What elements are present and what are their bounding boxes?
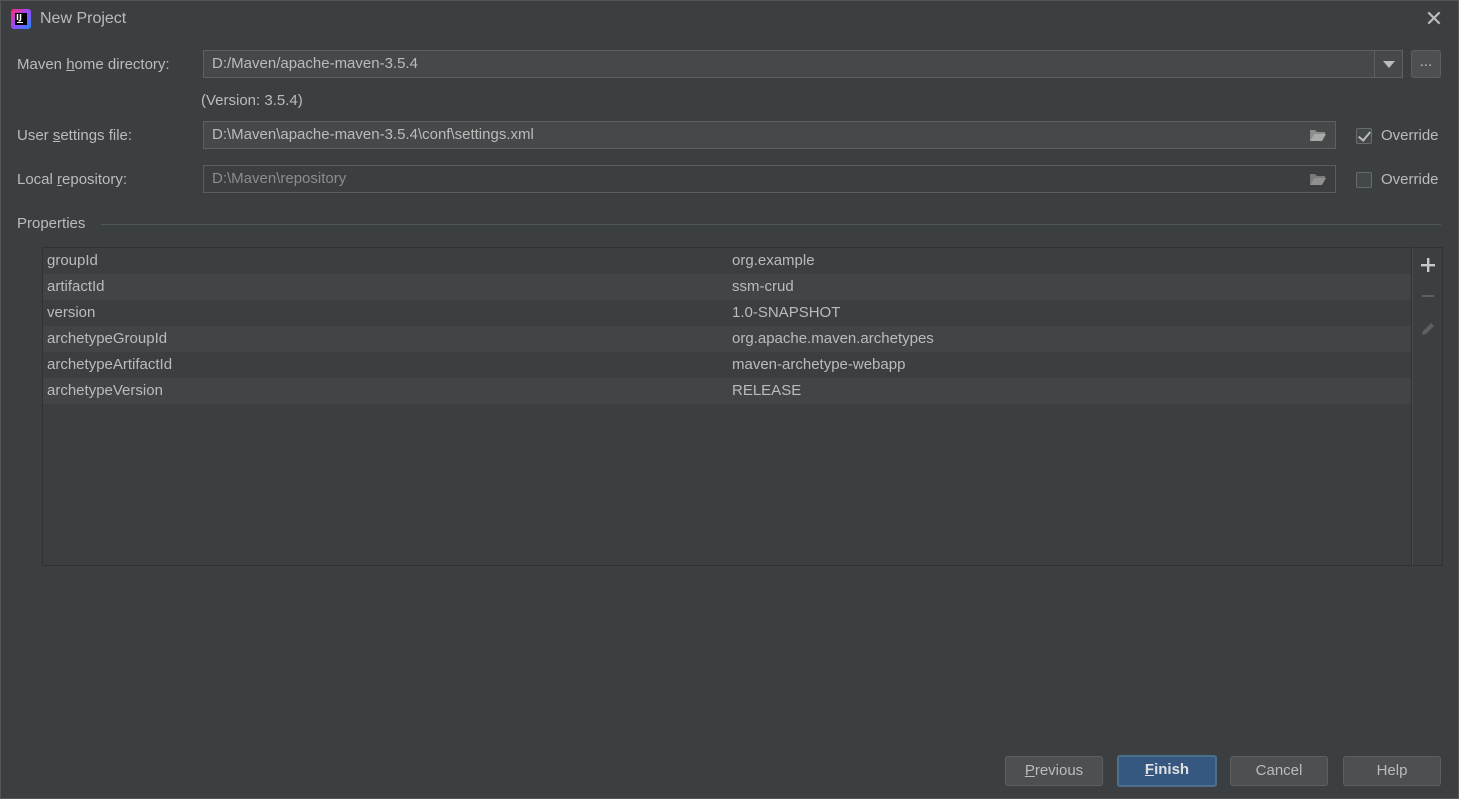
table-row[interactable]: groupId org.example [43,248,1411,274]
properties-title: Properties [17,215,86,232]
property-value[interactable]: RELEASE [732,378,801,404]
help-button[interactable]: Help [1343,756,1441,786]
dialog-title: New Project [40,10,127,27]
maven-version-note: (Version: 3.5.4) [201,92,303,109]
local-repository-label: Local repository: [17,171,128,188]
table-row[interactable]: archetypeVersion RELEASE [43,378,1411,404]
property-key: archetypeArtifactId [47,356,173,373]
property-value[interactable]: org.example [732,248,815,274]
properties-toolbar [1412,247,1443,566]
user-settings-value: D:\Maven\apache-maven-3.5.4\conf\setting… [212,126,534,143]
add-icon[interactable] [1419,256,1437,274]
new-project-dialog: IJ New Project ✕ Maven home directory: D… [0,0,1459,799]
close-icon[interactable]: ✕ [1424,8,1444,30]
user-settings-label: User settings file: [17,127,133,144]
property-value[interactable]: ssm-crud [732,274,794,300]
table-row[interactable]: archetypeGroupId org.apache.maven.archet… [43,326,1411,352]
finish-button[interactable]: Finish [1117,755,1217,787]
remove-icon[interactable] [1419,287,1437,305]
user-settings-override-label[interactable]: Override [1381,127,1439,144]
user-settings-override-checkbox[interactable] [1356,128,1372,144]
previous-button[interactable]: Previous [1005,756,1103,786]
local-repository-field: D:\Maven\repository [203,165,1336,193]
maven-home-label: Maven home directory: [17,56,170,73]
property-key: version [47,304,96,321]
folder-open-icon[interactable] [1309,172,1327,186]
cancel-button[interactable]: Cancel [1230,756,1328,786]
chevron-down-icon[interactable] [1374,51,1402,77]
folder-open-icon[interactable] [1309,128,1327,142]
table-row[interactable]: archetypeArtifactId maven-archetype-weba… [43,352,1411,378]
edit-icon[interactable] [1419,320,1437,338]
property-key: groupId [47,252,98,269]
table-row[interactable]: version 1.0-SNAPSHOT [43,300,1411,326]
user-settings-field[interactable]: D:\Maven\apache-maven-3.5.4\conf\setting… [203,121,1336,149]
local-repository-override-label[interactable]: Override [1381,171,1439,188]
section-divider [101,224,1441,225]
properties-table: groupId org.example artifactId ssm-crud … [42,247,1412,566]
property-key: archetypeVersion [47,382,163,399]
local-repository-value: D:\Maven\repository [212,170,347,187]
local-repository-override-checkbox[interactable] [1356,172,1372,188]
property-value[interactable]: 1.0-SNAPSHOT [732,300,840,326]
maven-home-value: D:/Maven/apache-maven-3.5.4 [212,55,418,72]
browse-button[interactable]: ... [1411,50,1441,78]
table-row[interactable]: artifactId ssm-crud [43,274,1411,300]
maven-home-combobox[interactable]: D:/Maven/apache-maven-3.5.4 [203,50,1403,78]
property-key: artifactId [47,278,105,295]
property-value[interactable]: maven-archetype-webapp [732,352,905,378]
property-key: archetypeGroupId [47,330,168,347]
title-bar: IJ New Project ✕ [1,1,1458,37]
intellij-app-icon: IJ [11,9,31,29]
property-value[interactable]: org.apache.maven.archetypes [732,326,934,352]
